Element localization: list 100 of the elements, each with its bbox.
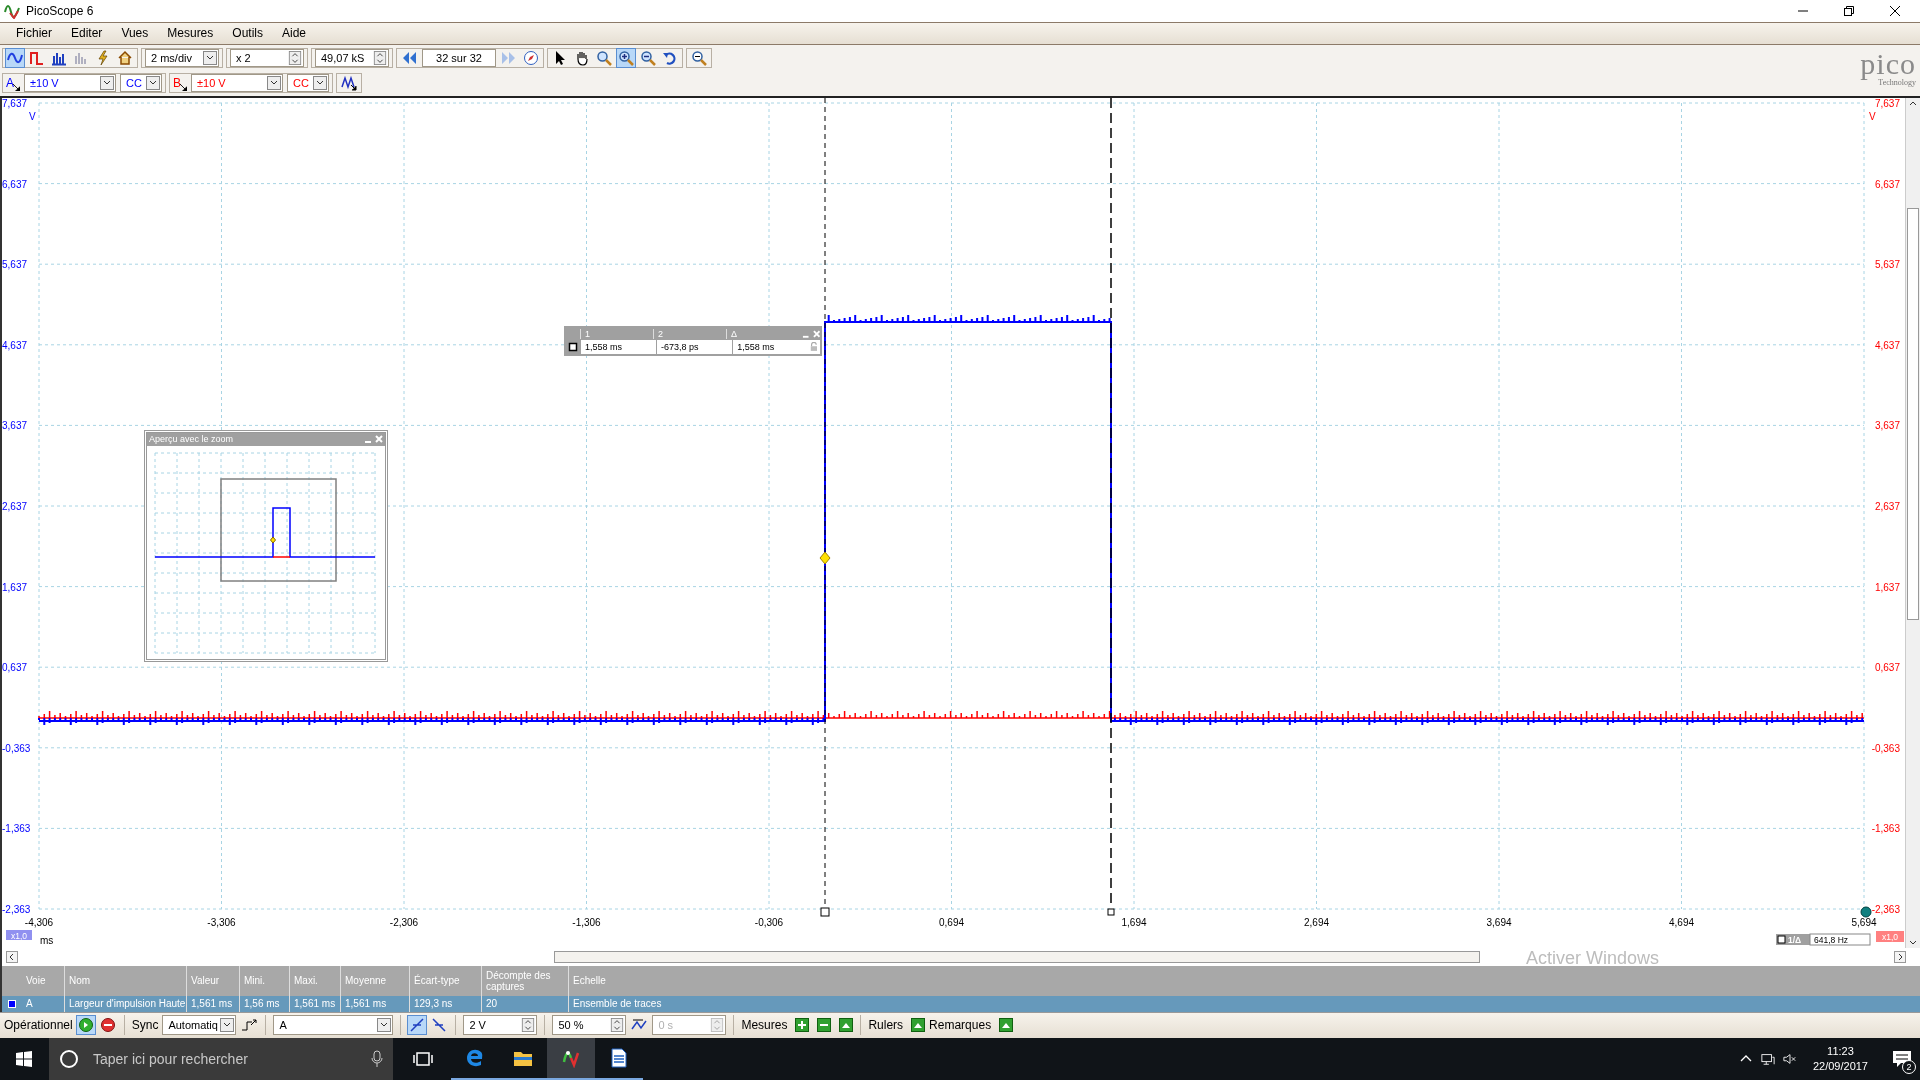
probe-icon[interactable]	[180, 83, 188, 91]
y-axis-label: 0,637	[1874, 662, 1900, 674]
zoom-in-icon[interactable]	[617, 48, 635, 67]
scope-mode-icon[interactable]	[6, 48, 24, 67]
y-axis-label: 1,637	[1874, 581, 1900, 593]
threshold-spinbox[interactable]: 2 V	[463, 1015, 538, 1036]
panel-title: Aperçu avec le zoom	[149, 434, 234, 445]
zoom-out-icon[interactable]	[639, 48, 657, 67]
home-icon[interactable]	[116, 48, 134, 67]
lock-icon[interactable]	[808, 339, 820, 354]
search-icon	[59, 1049, 79, 1069]
coupling-dropdown[interactable]: CC	[287, 74, 330, 93]
y-unit-label: V	[1869, 110, 1876, 122]
scale-badge: x1,0	[6, 929, 32, 941]
spin-arrows-icon	[710, 1018, 725, 1033]
y-axis-label: 4,637	[2, 339, 28, 351]
spin-arrows-icon	[610, 1018, 625, 1033]
expand-icon[interactable]	[911, 1018, 926, 1033]
y-axis-label: 6,637	[1874, 178, 1900, 190]
range-dropdown[interactable]: ±10 V	[24, 74, 116, 93]
start-icon[interactable]	[76, 1016, 95, 1035]
expand-icon[interactable]	[999, 1018, 1014, 1033]
zoom-fit-icon[interactable]	[595, 48, 613, 67]
windows-logo-icon[interactable]	[16, 1051, 32, 1067]
menu-item[interactable]: Fichier	[16, 26, 62, 41]
remove-icon[interactable]	[817, 1018, 832, 1033]
ruler-value: -673,8 ps	[656, 339, 733, 354]
y-axis-label: 3,637	[1874, 420, 1900, 432]
clock-time[interactable]: 11:23	[1827, 1043, 1854, 1059]
y-axis-label: 7,637	[2, 97, 28, 109]
clock-date[interactable]: 22/09/2017	[1812, 1059, 1868, 1075]
range-dropdown[interactable]: ±10 V	[191, 74, 284, 93]
caret-icon	[220, 1018, 235, 1033]
browser-icon[interactable]	[465, 1048, 485, 1068]
channel-label[interactable]: B	[173, 76, 182, 91]
stop-icon[interactable]	[98, 1016, 117, 1035]
scrollbar-thumb[interactable]	[1907, 207, 1919, 620]
frequency-readout: 1/Δ 641,8 Hz	[1776, 933, 1871, 946]
zoom-spinbox[interactable]: x 2	[230, 48, 304, 67]
notifications-icon[interactable]	[1892, 1049, 1912, 1069]
close-icon[interactable]	[1890, 5, 1900, 16]
menu-item[interactable]: Aide	[282, 26, 316, 41]
activation-title: Activer Windows	[1526, 948, 1660, 969]
caret-icon	[313, 76, 328, 91]
menu-item[interactable]: Vues	[121, 26, 159, 41]
rulers-label: Rulers	[868, 1018, 904, 1033]
ruler-handle[interactable]	[1107, 908, 1115, 916]
y-axis-label: 0,637	[2, 662, 28, 674]
caret-icon	[203, 50, 217, 65]
scroll-left-icon[interactable]	[6, 950, 18, 963]
window-title: PicoScope 6	[26, 3, 94, 18]
column-header: 2	[653, 328, 727, 339]
menu-item[interactable]: Editer	[71, 26, 113, 41]
probe-icon[interactable]	[13, 83, 20, 91]
samples-spinbox[interactable]: 49,07 kS	[315, 48, 389, 67]
channel-label[interactable]: A	[6, 76, 14, 91]
restore-icon[interactable]	[1844, 5, 1854, 16]
oscilloscope-app-icon[interactable]	[561, 1048, 581, 1068]
compass-icon[interactable]	[522, 48, 540, 67]
source-dropdown[interactable]: A	[273, 1015, 394, 1036]
notes-label: Remarques	[929, 1018, 992, 1033]
scrollbar-thumb[interactable]	[554, 950, 1480, 963]
menu-item[interactable]: Mesures	[167, 26, 224, 41]
ruler-value: 1,558 ms	[580, 339, 657, 354]
edit-icon[interactable]	[839, 1018, 854, 1033]
trigger-handle[interactable]	[1860, 906, 1872, 918]
scroll-right-icon[interactable]	[1894, 950, 1906, 963]
table-cell: 20	[481, 995, 568, 1012]
search-field[interactable]: Taper ici pour rechercher	[49, 1038, 393, 1080]
y-axis-label: -0,363	[1871, 742, 1900, 754]
y-axis-label: 2,637	[2, 500, 28, 512]
x-unit-label: ms	[40, 934, 54, 946]
math-channel-icon[interactable]	[340, 74, 359, 93]
pretrigger-spinbox[interactable]: 50 %	[552, 1015, 627, 1036]
zoom-reset-icon[interactable]	[690, 48, 708, 67]
coupling-dropdown[interactable]: CC	[120, 74, 162, 93]
column-header: 1	[580, 328, 654, 339]
logo-tagline: Technology	[1878, 79, 1916, 88]
trigger-marker[interactable]	[819, 551, 831, 565]
table-cell: 1,56 ms	[239, 995, 289, 1012]
timebase-dropdown[interactable]: 2 ms/div	[145, 48, 219, 67]
spin-arrows-icon	[288, 50, 302, 65]
capture-field[interactable]: 32 sur 32	[422, 48, 496, 67]
document-icon[interactable]	[609, 1048, 629, 1068]
menu-item[interactable]: Outils	[232, 26, 273, 41]
ruler-handle[interactable]	[820, 907, 830, 917]
caret-icon	[377, 1018, 392, 1033]
y-axis-label: -0,363	[2, 742, 31, 754]
microphone-icon[interactable]	[371, 1050, 383, 1068]
sync-label: Sync	[131, 1018, 159, 1033]
y-axis-label: -1,363	[2, 823, 31, 835]
x-axis-label: -3,306	[207, 916, 236, 928]
muted-speaker-icon[interactable]	[1782, 1052, 1797, 1066]
trigger-mode-dropdown[interactable]: Automatiq	[162, 1015, 237, 1036]
network-icon[interactable]	[1760, 1052, 1775, 1066]
rising-edge-icon[interactable]	[408, 1016, 427, 1035]
add-icon[interactable]	[795, 1018, 810, 1033]
x-axis-label: -0,306	[754, 916, 784, 928]
task-view-icon[interactable]	[413, 1049, 433, 1069]
y-axis-label: 2,637	[1874, 500, 1900, 512]
